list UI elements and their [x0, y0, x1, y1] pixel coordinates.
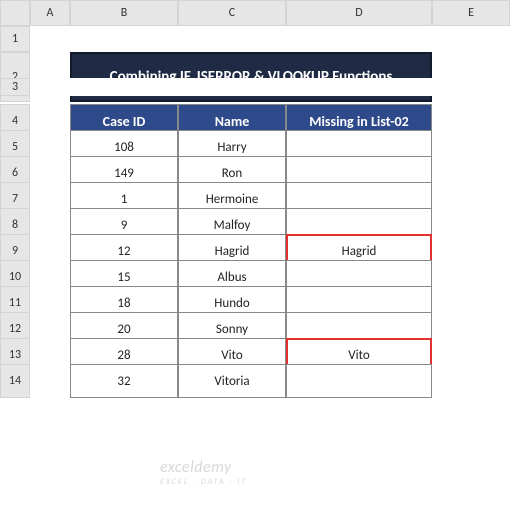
column-header-e[interactable]: E	[432, 0, 510, 26]
row-header-3[interactable]: 3	[0, 78, 30, 96]
watermark-main: exceldemy	[160, 458, 232, 477]
select-all-corner[interactable]	[0, 0, 30, 26]
cell-a3[interactable]	[30, 78, 70, 96]
cell-c3[interactable]	[178, 78, 286, 96]
cell-b14[interactable]: 32	[70, 364, 178, 398]
cell-d3[interactable]	[286, 78, 432, 96]
cell-e1[interactable]	[432, 26, 510, 52]
cell-b3[interactable]	[70, 78, 178, 96]
cell-a1[interactable]	[30, 26, 70, 52]
cell-e3[interactable]	[432, 78, 510, 96]
column-header-d[interactable]: D	[286, 0, 432, 26]
cell-c1[interactable]	[178, 26, 286, 52]
cell-e14[interactable]	[432, 364, 510, 398]
column-header-b[interactable]: B	[70, 0, 178, 26]
row-header-1[interactable]: 1	[0, 26, 30, 52]
column-header-c[interactable]: C	[178, 0, 286, 26]
watermark: exceldemy EXCEL · DATA · IT	[160, 458, 247, 487]
column-header-a[interactable]: A	[30, 0, 70, 26]
cell-d14[interactable]	[286, 364, 432, 398]
watermark-sub: EXCEL · DATA · IT	[160, 477, 247, 487]
cell-b1[interactable]	[70, 26, 178, 52]
cell-c14[interactable]: Vitoria	[178, 364, 286, 398]
cell-d1[interactable]	[286, 26, 432, 52]
spreadsheet-grid: A B C D E 1 2 Combining IF, ISERROR & VL…	[0, 0, 510, 390]
cell-a14[interactable]	[30, 364, 70, 398]
row-header-14[interactable]: 14	[0, 364, 30, 398]
